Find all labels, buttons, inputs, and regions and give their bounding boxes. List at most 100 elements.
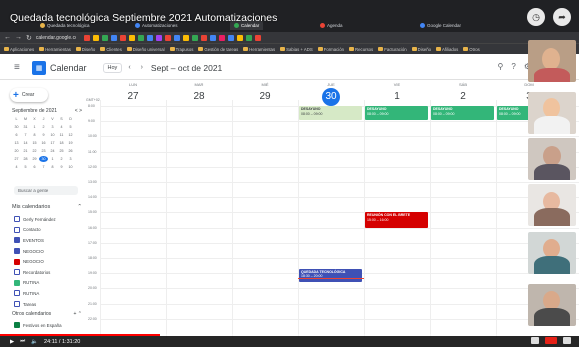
day-number[interactable]: 29 [256,88,274,106]
day-number[interactable]: 2 [454,88,472,106]
next-icon[interactable]: ⏭ [20,338,25,345]
captions-icon[interactable] [531,337,539,344]
calendar-list-item[interactable]: Gerly Fernández [14,214,84,225]
extension-icon[interactable] [254,34,261,41]
mini-day[interactable]: 25 [57,148,66,154]
mini-day[interactable]: 14 [21,140,30,146]
chevron-up-icon[interactable]: ⌃ [77,204,82,210]
day-column-header[interactable]: JUE 30 [298,80,364,106]
volume-icon[interactable]: 🔈 [31,339,38,345]
mini-day[interactable]: 6 [30,164,39,170]
extension-icon[interactable] [101,34,108,41]
bookmark-item[interactable]: Sabias + ADS [280,47,313,52]
mini-day[interactable]: 27 [12,156,21,162]
extension-icon[interactable] [191,34,198,41]
mini-day[interactable]: 13 [12,140,21,146]
extension-icon[interactable] [236,34,243,41]
day-number[interactable]: 30 [322,88,340,106]
mini-day[interactable]: 18 [57,140,66,146]
bookmark-item[interactable]: Diseño [76,47,95,52]
day-column-header[interactable]: VIE 1 [364,80,430,106]
extension-icon[interactable] [128,34,135,41]
mini-day[interactable]: 8 [30,132,39,138]
mini-day[interactable]: 19 [66,140,75,146]
mini-day[interactable]: 2 [57,156,66,162]
day-number[interactable]: 27 [124,88,142,106]
calendar-event[interactable]: DESAYUNO 08:00 – 09:00 [299,106,362,120]
extension-icon[interactable] [209,34,216,41]
help-icon[interactable]: ? [511,62,515,71]
other-calendars-header[interactable]: Otros calendarios + ⌃ [12,311,82,317]
mini-day[interactable]: 26 [66,148,75,154]
mini-day[interactable]: 9 [39,132,48,138]
bookmark-item[interactable]: Diseño [412,47,431,52]
back-icon[interactable]: ← [4,34,11,41]
calendar-checkbox[interactable] [14,290,20,297]
extension-icon[interactable] [227,34,234,41]
calendar-checkbox[interactable] [14,248,20,255]
bookmark-item[interactable]: Formación [318,47,344,52]
mini-day[interactable]: 10 [48,132,57,138]
extension-icon[interactable] [137,34,144,41]
mini-day[interactable]: 20 [12,148,21,154]
day-number[interactable]: 28 [190,88,208,106]
mini-day[interactable]: 30 [39,156,48,162]
extension-icon[interactable] [155,34,162,41]
search-icon[interactable]: ⚲ [498,62,504,71]
calendar-event[interactable]: REUNIÓN CON EL BRETE 15:00 – 16:00 [365,212,428,228]
browser-tab[interactable]: Google Calendar [420,20,461,30]
mini-day[interactable]: 23 [39,148,48,154]
my-calendars-header[interactable]: Mis calendarios ⌃ [12,204,82,210]
mini-day[interactable]: 6 [12,132,21,138]
mini-day[interactable]: 3 [48,124,57,130]
calendar-list-item[interactable]: RUTINA [14,278,84,289]
mini-calendar-nav[interactable]: < > [75,108,82,114]
extension-icon[interactable] [245,34,252,41]
create-button[interactable]: + Crear [10,88,48,102]
hamburger-icon[interactable]: ≡ [14,62,28,73]
bookmark-item[interactable]: Trapusos [170,47,194,52]
bookmark-item[interactable]: Herramientas [39,47,71,52]
calendar-checkbox[interactable] [14,279,20,286]
bookmark-item[interactable]: Diseño universal [127,47,165,52]
day-number[interactable]: 1 [388,88,406,106]
extension-icon[interactable] [83,34,90,41]
mini-day[interactable]: 7 [21,132,30,138]
calendar-event[interactable]: DESAYUNO 08:00 – 09:00 [431,106,494,120]
day-column-header[interactable]: SÁB 2 [430,80,496,106]
mini-day[interactable]: 16 [39,140,48,146]
search-people-input[interactable]: Buscar a gente [14,186,78,195]
forward-icon[interactable]: → [15,34,22,41]
mini-day[interactable]: 11 [57,132,66,138]
calendar-checkbox[interactable] [14,226,20,233]
calendar-checkbox[interactable] [14,301,20,308]
mini-day[interactable]: 30 [12,124,21,130]
calendar-event[interactable]: QUEDADA TECNOLÓGICA 18:30 – 20:00 [299,268,362,283]
extension-icon[interactable] [200,34,207,41]
extension-icon[interactable] [218,34,225,41]
extension-icon[interactable] [110,34,117,41]
bookmark-item[interactable]: Facturación [378,47,406,52]
mini-day[interactable]: 4 [12,164,21,170]
calendar-list-item[interactable]: NEGOCIO [14,246,84,257]
youtube-logo-icon[interactable] [545,337,557,344]
fullscreen-icon[interactable] [563,337,571,344]
play-icon[interactable]: ▶ [10,339,14,345]
day-column-header[interactable]: MIÉ 29 [232,80,298,106]
mini-day[interactable]: 28 [21,156,30,162]
reload-icon[interactable]: ↻ [26,34,32,42]
bookmark-item[interactable]: Gestión de tareas [198,47,238,52]
calendar-checkbox[interactable] [14,269,20,276]
bookmark-item[interactable]: Recursos [349,47,373,52]
extension-icon[interactable] [164,34,171,41]
mini-day[interactable]: 10 [66,164,75,170]
mini-day[interactable]: 17 [48,140,57,146]
calendar-checkbox[interactable] [14,216,20,223]
extension-icon[interactable] [146,34,153,41]
mini-day[interactable]: 3 [66,156,75,162]
mini-day[interactable]: 21 [21,148,30,154]
mini-day[interactable]: 29 [30,156,39,162]
extension-icon[interactable] [182,34,189,41]
bookmark-item[interactable]: Otros [463,47,480,52]
calendar-list-item[interactable]: RUTINA [14,288,84,299]
